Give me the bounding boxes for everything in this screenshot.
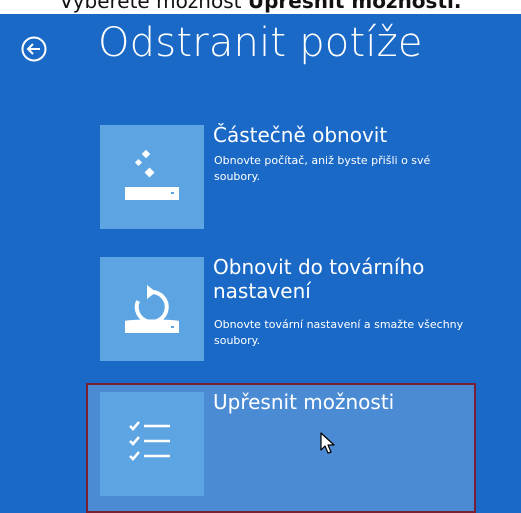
option-reset-title: Obnovit do továrního nastavení: [213, 255, 425, 303]
option-reset[interactable]: Obnovit do továrního nastavení Obnovte t…: [100, 255, 463, 362]
option-refresh-title: Částečně obnovit: [213, 123, 388, 147]
reset-circular-arrow-drive-icon: [125, 285, 179, 333]
caption-band: Vyberete možnost Upřesnit možnosti.: [0, 0, 521, 14]
option-reset-description: Obnovte tovární nastavení a smažte všech…: [214, 318, 464, 347]
option-refresh-description: Obnovte počítač, aniž byste přišli o své…: [214, 154, 431, 183]
option-advanced[interactable]: Upřesnit možnosti: [100, 390, 460, 497]
option-advanced-tile: [100, 392, 204, 496]
caption-normal: Vyberete možnost: [59, 0, 248, 13]
arrow-left-circle-icon: [21, 36, 47, 62]
caption-text: Vyberete možnost Upřesnit možnosti.: [0, 0, 521, 13]
caption-bold: Upřesnit možnosti.: [247, 0, 462, 13]
refresh-sparkle-drive-icon: [125, 149, 179, 200]
option-refresh-tile: [100, 125, 204, 229]
mouse-cursor-icon: [320, 432, 336, 456]
option-reset-tile: [100, 257, 204, 361]
page-title: Odstranit potíže: [98, 20, 423, 66]
back-button[interactable]: [20, 35, 48, 63]
option-refresh[interactable]: Částečně obnovit Obnovte počítač, aniž b…: [100, 123, 460, 230]
checklist-icon: [129, 421, 170, 461]
option-advanced-title: Upřesnit možnosti: [213, 390, 395, 414]
